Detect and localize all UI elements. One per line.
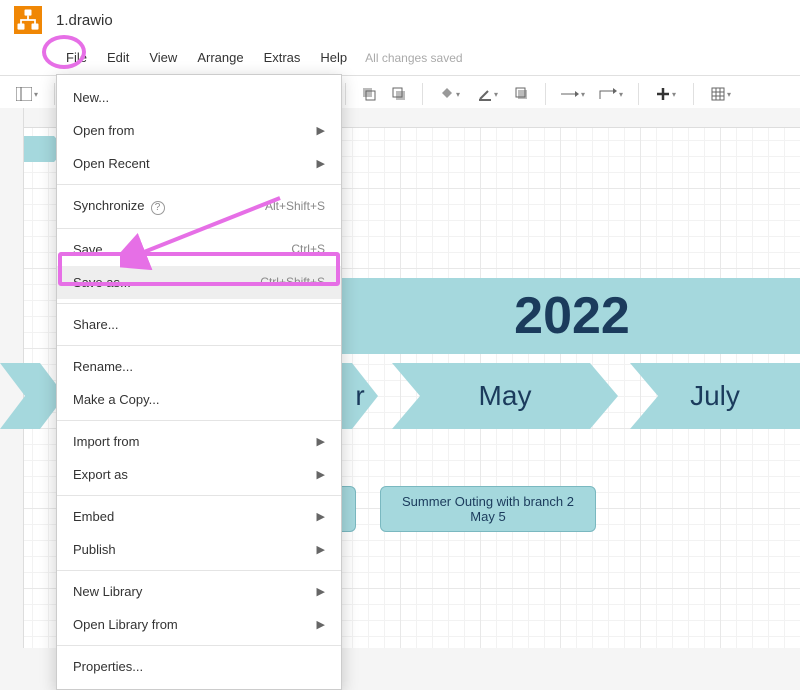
menu-view[interactable]: View xyxy=(139,44,187,71)
menu-item-import-from[interactable]: Import from ▶ xyxy=(57,425,341,458)
submenu-indicator-icon: ▶ xyxy=(317,618,325,631)
menu-item-save-as[interactable]: Save as... Ctrl+Shift+S xyxy=(57,266,341,299)
waypoint-icon[interactable] xyxy=(594,82,628,106)
menu-item-properties[interactable]: Properties... xyxy=(57,650,341,683)
menu-item-shortcut: Alt+Shift+S xyxy=(265,199,325,213)
toolbar-separator xyxy=(638,83,639,105)
menu-item-share[interactable]: Share... xyxy=(57,308,341,341)
menu-item-make-a-copy[interactable]: Make a Copy... xyxy=(57,383,341,416)
to-front-icon[interactable] xyxy=(356,82,382,106)
submenu-indicator-icon: ▶ xyxy=(317,435,325,448)
menu-item-open-recent[interactable]: Open Recent ▶ xyxy=(57,147,341,180)
menu-item-label: Synchronize? xyxy=(73,198,165,215)
menu-item-publish[interactable]: Publish ▶ xyxy=(57,533,341,566)
menu-separator xyxy=(57,420,341,421)
diagram-year-box[interactable]: 2022 xyxy=(342,278,800,354)
menu-item-label: Export as xyxy=(73,467,128,482)
menu-separator xyxy=(57,228,341,229)
menu-item-open-library-from[interactable]: Open Library from ▶ xyxy=(57,608,341,641)
menu-separator xyxy=(57,345,341,346)
document-title[interactable]: 1.drawio xyxy=(56,12,113,29)
diagram-note-may[interactable]: Summer Outing with branch 2 May 5 xyxy=(380,486,596,532)
menu-help[interactable]: Help xyxy=(310,44,357,71)
diagram-note-fragment[interactable] xyxy=(342,486,356,532)
diagram-chevron-may-label: May xyxy=(479,380,532,412)
shadow-icon[interactable] xyxy=(509,82,535,106)
menu-separator xyxy=(57,495,341,496)
menu-item-label: New... xyxy=(73,90,109,105)
menu-item-label: Open Library from xyxy=(73,617,178,632)
menu-item-label: Save as... xyxy=(73,275,131,290)
menu-item-open-from[interactable]: Open from ▶ xyxy=(57,114,341,147)
toolbar-separator xyxy=(422,83,423,105)
app-logo-icon xyxy=(14,6,42,34)
submenu-indicator-icon: ▶ xyxy=(317,157,325,170)
menubar: File Edit View Arrange Extras Help All c… xyxy=(0,40,800,75)
menu-item-label: Properties... xyxy=(73,659,143,674)
diagram-note-line1: Summer Outing with branch 2 xyxy=(402,494,574,509)
menu-item-label: Open from xyxy=(73,123,134,138)
menu-item-label: Embed xyxy=(73,509,114,524)
menu-separator xyxy=(57,645,341,646)
menu-separator xyxy=(57,303,341,304)
menu-arrange[interactable]: Arrange xyxy=(187,44,253,71)
menu-item-save[interactable]: Save Ctrl+S xyxy=(57,233,341,266)
menu-item-embed[interactable]: Embed ▶ xyxy=(57,500,341,533)
help-icon: ? xyxy=(151,201,165,215)
menu-separator xyxy=(57,184,341,185)
toolbar-separator xyxy=(54,83,55,105)
submenu-indicator-icon: ▶ xyxy=(317,468,325,481)
diagram-chevron-july-label: July xyxy=(690,380,740,412)
menu-item-label: Save xyxy=(73,242,103,257)
titlebar: 1.drawio xyxy=(0,0,800,40)
menu-item-new[interactable]: New... xyxy=(57,81,341,114)
menu-item-shortcut: Ctrl+Shift+S xyxy=(260,275,325,289)
diagram-year-text: 2022 xyxy=(514,286,630,346)
toolbar-separator xyxy=(545,83,546,105)
menu-separator xyxy=(57,570,341,571)
toolbar-separator xyxy=(693,83,694,105)
menu-item-export-as[interactable]: Export as ▶ xyxy=(57,458,341,491)
insert-icon[interactable] xyxy=(649,82,683,106)
menu-item-label: New Library xyxy=(73,584,142,599)
diagram-chevron-may-label-wrap: May xyxy=(392,363,618,429)
menu-item-label: Share... xyxy=(73,317,119,332)
menu-item-label: Make a Copy... xyxy=(73,392,159,407)
menu-item-new-library[interactable]: New Library ▶ xyxy=(57,575,341,608)
menu-file[interactable]: File xyxy=(56,44,97,71)
connection-icon[interactable] xyxy=(556,82,590,106)
submenu-indicator-icon: ▶ xyxy=(317,510,325,523)
menu-edit[interactable]: Edit xyxy=(97,44,139,71)
save-status: All changes saved xyxy=(365,51,462,65)
diagram-chevron-july-label-wrap: July xyxy=(630,363,800,429)
diagram-chevron-1-label-fragment: r xyxy=(342,363,378,429)
menu-item-synchronize[interactable]: Synchronize? Alt+Shift+S xyxy=(57,189,341,224)
menu-item-rename[interactable]: Rename... xyxy=(57,350,341,383)
menu-item-label: Rename... xyxy=(73,359,133,374)
view-mode-button[interactable] xyxy=(10,82,44,106)
menu-item-shortcut: Ctrl+S xyxy=(291,242,325,256)
toolbar-separator xyxy=(345,83,346,105)
table-icon[interactable] xyxy=(704,82,738,106)
menu-item-label: Publish xyxy=(73,542,116,557)
diagram-note-line2: May 5 xyxy=(470,509,505,524)
menu-item-label: Import from xyxy=(73,434,139,449)
submenu-indicator-icon: ▶ xyxy=(317,124,325,137)
menu-extras[interactable]: Extras xyxy=(254,44,311,71)
to-back-icon[interactable] xyxy=(386,82,412,106)
submenu-indicator-icon: ▶ xyxy=(317,543,325,556)
file-dropdown: New... Open from ▶ Open Recent ▶ Synchronize?… xyxy=(56,74,342,690)
submenu-indicator-icon: ▶ xyxy=(317,585,325,598)
line-color-icon[interactable] xyxy=(471,82,505,106)
menu-item-label: Open Recent xyxy=(73,156,150,171)
fill-color-icon[interactable] xyxy=(433,82,467,106)
